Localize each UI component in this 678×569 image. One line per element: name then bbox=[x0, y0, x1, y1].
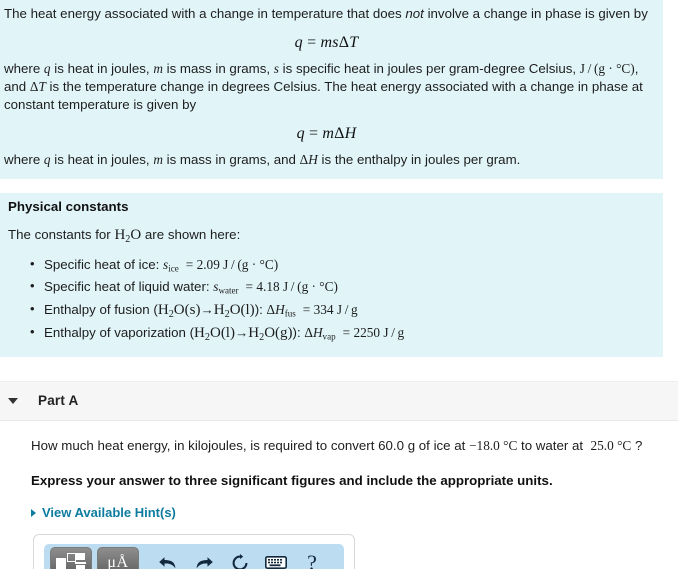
answer-instruction: Express your answer to three significant… bbox=[31, 472, 553, 488]
intro-paragraph-3: where q is heat in joules, m is mass in … bbox=[4, 152, 521, 167]
intro-text-italic: not bbox=[405, 6, 424, 21]
panel-gap bbox=[0, 179, 678, 193]
redo-icon bbox=[196, 556, 213, 568]
question-text: How much heat energy, in kilojoules, is … bbox=[31, 437, 643, 453]
help-button[interactable]: ? bbox=[294, 548, 330, 569]
intro-panel: The heat energy associated with a change… bbox=[0, 0, 663, 179]
help-icon: ? bbox=[307, 549, 317, 569]
math-template-button[interactable] bbox=[50, 547, 92, 569]
intro-text-b: involve a change in phase is given by bbox=[423, 6, 648, 21]
view-hints-link[interactable]: View Available Hint(s) bbox=[31, 505, 176, 520]
redo-button[interactable] bbox=[186, 548, 222, 569]
problem-page: The heat energy associated with a change… bbox=[0, 0, 678, 569]
units-symbols-button[interactable]: μÅ bbox=[97, 547, 139, 569]
answer-box: μÅ ? bbox=[33, 534, 355, 569]
list-item: Specific heat of ice: sice = 2.09 J / (g… bbox=[30, 255, 651, 279]
constants-intro: The constants for H2O are shown here: bbox=[8, 227, 241, 245]
intro-paragraph-2: where q is heat in joules, m is mass in … bbox=[4, 61, 643, 112]
math-toolbar: μÅ ? bbox=[44, 544, 344, 569]
equation-q-ms-deltaT: q = msΔT bbox=[294, 34, 359, 51]
part-a-header[interactable]: Part A bbox=[0, 380, 678, 421]
list-item: Specific heat of liquid water: swater = … bbox=[30, 277, 651, 301]
chevron-down-icon[interactable] bbox=[8, 397, 18, 404]
reset-icon bbox=[232, 553, 248, 569]
chevron-right-icon bbox=[31, 508, 36, 517]
keyboard-icon bbox=[265, 556, 287, 569]
reset-button[interactable] bbox=[222, 548, 258, 569]
keyboard-button[interactable] bbox=[258, 548, 294, 569]
list-item: Enthalpy of fusion (H2O(s)→H2O(l)): ΔHfu… bbox=[30, 300, 651, 324]
question-body: How much heat energy, in kilojoules, is … bbox=[0, 421, 678, 569]
list-item: Enthalpy of vaporization (H2O(l)→H2O(g))… bbox=[30, 323, 651, 347]
micro-angstrom-icon: μÅ bbox=[107, 553, 129, 569]
intro-paragraph-1: The heat energy associated with a change… bbox=[4, 0, 649, 23]
math-template-icon bbox=[56, 552, 86, 569]
intro-text-a: The heat energy associated with a change… bbox=[4, 6, 406, 21]
view-hints-label: View Available Hint(s) bbox=[42, 505, 176, 521]
undo-icon bbox=[159, 556, 176, 568]
physical-constants-title: Physical constants bbox=[8, 199, 129, 214]
undo-button[interactable] bbox=[150, 548, 186, 569]
constants-list: Specific heat of ice: sice = 2.09 J / (g… bbox=[6, 255, 651, 347]
equation-q-m-deltaH: q = mΔH bbox=[296, 125, 357, 142]
page-title: Part A bbox=[38, 393, 79, 409]
physical-constants-panel: Physical constants The constants for H2O… bbox=[0, 193, 663, 357]
